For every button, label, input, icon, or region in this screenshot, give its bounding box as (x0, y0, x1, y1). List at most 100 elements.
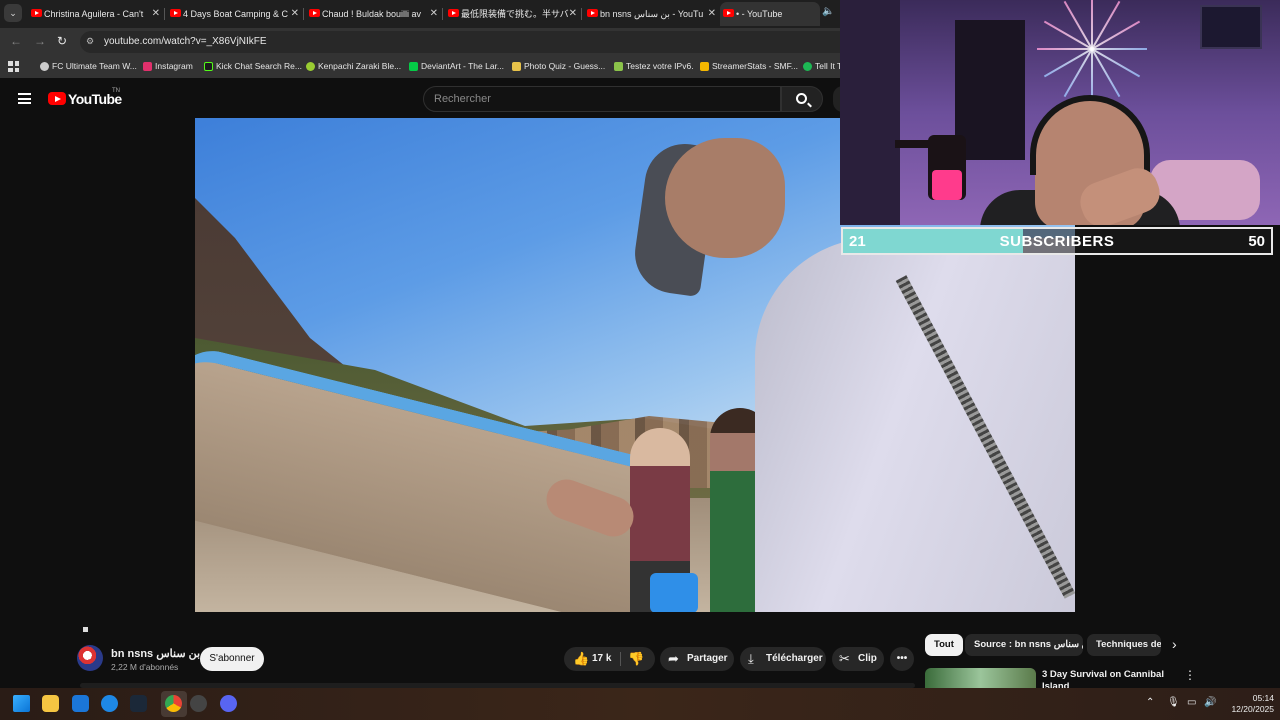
obs-icon[interactable] (190, 695, 207, 712)
close-tab-icon[interactable]: ✕ (430, 2, 438, 26)
outlook-icon[interactable] (72, 695, 89, 712)
browser-tab[interactable]: 最低限装備で挑む。半サバ ✕ (445, 2, 583, 26)
webcam-overlay (840, 0, 1280, 225)
bookmark-icon (512, 62, 521, 71)
share-icon: ➦ (668, 651, 679, 666)
bookmark-label: Instagram (155, 61, 193, 71)
like-count[interactable]: 17 k (592, 647, 611, 671)
close-tab-icon[interactable]: ✕ (569, 2, 577, 26)
subscribe-button[interactable]: S'abonner (200, 647, 264, 671)
steam-icon[interactable] (130, 695, 147, 712)
bookmark-label: Tell It T (815, 61, 843, 71)
youtube-logo-icon[interactable] (48, 92, 66, 105)
browser-tab[interactable]: Chaud ! Buldak bouilli av ✕ (306, 2, 444, 26)
kick-icon (204, 62, 213, 71)
browser-tab[interactable]: bn nsns بن ﺳﻨﺎﺱ - YouTu ✕ (584, 2, 722, 26)
search-button[interactable] (781, 86, 823, 112)
close-tab-icon[interactable]: ✕ (291, 2, 299, 26)
bar-chart-icon (700, 62, 709, 71)
browser-tab[interactable]: Christina Aguilera - Can't ✕ (28, 2, 166, 26)
volume-icon[interactable]: 🔊 (1204, 697, 1216, 708)
chip-techniques[interactable]: Techniques de (1087, 634, 1161, 656)
bookmark[interactable]: Instagram (143, 61, 193, 71)
bookmark[interactable]: Testez votre IPv6. (614, 61, 694, 71)
channel-name[interactable]: bn nsns بن ﺳﻨﺎﺱ (111, 647, 200, 660)
download-label: Télécharger (766, 653, 823, 664)
address-bar: ← → ↻ ⚙ youtube.com/watch?v=_X86VjNIkFE (0, 28, 840, 56)
tab-search-icon[interactable]: ⌄ (4, 4, 22, 22)
bookmark-label: StreamerStats - SMF... (712, 61, 798, 71)
bookmark[interactable]: Kenpachi Zaraki Ble... (306, 61, 401, 71)
close-tab-icon[interactable]: ✕ (152, 2, 160, 26)
search-input[interactable]: Rechercher (423, 86, 781, 112)
bookmark[interactable]: FC Ultimate Team W... (40, 61, 137, 71)
video-scene-bag (650, 573, 698, 612)
youtube-favicon-icon (587, 9, 598, 17)
youtube-favicon-icon (448, 9, 459, 17)
windows-start-icon[interactable] (13, 695, 30, 712)
system-clock[interactable]: 05:14 12/20/2025 (1222, 693, 1274, 715)
share-button[interactable]: ➦ Partager (660, 647, 734, 671)
youtube-region-code: TN (112, 88, 120, 94)
chrome-icon[interactable] (165, 695, 182, 712)
file-explorer-icon[interactable] (42, 695, 59, 712)
menu-icon[interactable] (18, 93, 31, 104)
clip-label: Clip (858, 653, 877, 664)
reload-icon[interactable]: ↻ (57, 34, 67, 48)
microphone-icon[interactable]: 🎙 (1167, 697, 1180, 708)
tray-chevron-up-icon[interactable]: ⌃ (1146, 697, 1154, 708)
chevron-right-icon[interactable]: › (1172, 636, 1177, 652)
thumbs-down-icon[interactable]: 👎 (628, 647, 644, 671)
clip-button[interactable]: ✂ Clip (832, 647, 884, 671)
browser-tab[interactable]: 4 Days Boat Camping & C ✕ (167, 2, 305, 26)
recommendation-title[interactable]: 3 Day Survival on Cannibal Island (1042, 669, 1170, 689)
subscriber-goal-target: 50 (1248, 233, 1265, 250)
tab-title: bn nsns بن ﺳﻨﺎﺱ - YouTu (600, 9, 704, 19)
copilot-icon[interactable] (101, 695, 118, 712)
more-actions-button[interactable]: ••• (890, 647, 914, 671)
thumbs-up-icon[interactable]: 👍 (573, 647, 589, 671)
bookmark[interactable]: Kick Chat Search Re... (204, 61, 302, 71)
like-dislike-group: 👍 17 k 👎 (564, 647, 655, 671)
bookmark[interactable]: Photo Quiz - Guess... (512, 61, 605, 71)
speaker-icon[interactable]: 🔈 (822, 6, 834, 17)
browser-tab-active[interactable]: • - YouTube (720, 2, 820, 26)
more-vertical-icon[interactable]: ⋮ (1184, 668, 1196, 682)
webcam-mic-light (932, 170, 962, 200)
youtube-favicon-icon (309, 9, 320, 17)
tab-title: Chaud ! Buldak bouilli av (322, 9, 422, 19)
youtube-header: YouTube TN Rechercher (0, 80, 843, 118)
url-text[interactable]: youtube.com/watch?v=_X86VjNIkFE (104, 36, 267, 47)
spotify-icon (803, 62, 812, 71)
back-icon[interactable]: ← (10, 34, 22, 48)
close-tab-icon[interactable]: ✕ (708, 2, 716, 26)
webcam-headset (1030, 95, 1150, 175)
bookmark[interactable]: DeviantArt - The Lar... (409, 61, 504, 71)
bookmark-label: DeviantArt - The Lar... (421, 61, 504, 71)
recommendation-thumbnail[interactable] (925, 668, 1036, 688)
tab-title: 4 Days Boat Camping & C (183, 9, 289, 19)
download-icon: ⤓ (748, 651, 754, 666)
search-icon (796, 93, 807, 104)
channel-avatar[interactable] (77, 645, 103, 671)
webcam-picture-frame (1200, 5, 1262, 49)
bookmark-label: Kick Chat Search Re... (216, 61, 302, 71)
download-button[interactable]: ⤓ Télécharger (740, 647, 826, 671)
tab-title: Christina Aguilera - Can't (44, 9, 144, 19)
subscriber-goal-label: SUBSCRIBERS (999, 233, 1115, 250)
network-icon[interactable]: ▭ (1187, 697, 1196, 708)
checkmark-icon (614, 62, 623, 71)
browser-tab-bar: ⌄ Christina Aguilera - Can't ✕ 4 Days Boa… (0, 0, 840, 28)
forward-icon[interactable]: → (34, 34, 46, 48)
bookmark[interactable]: StreamerStats - SMF... (700, 61, 798, 71)
bookmark[interactable]: Tell It T (803, 61, 842, 71)
webcam-wall (840, 0, 900, 225)
tab-title: 最低限装備で挑む。半サバ (461, 9, 569, 19)
site-info-icon[interactable]: ⚙ (86, 36, 98, 46)
discord-icon[interactable] (220, 695, 237, 712)
apps-grid-icon[interactable] (8, 61, 19, 72)
subscriber-goal-bar: 21 SUBSCRIBERS 50 (841, 227, 1273, 255)
chip-all[interactable]: Tout (925, 634, 963, 656)
windows-taskbar: ⌃ 🎙 ▭ 🔊 05:14 12/20/2025 (0, 688, 1280, 720)
chip-source[interactable]: Source : bn nsns بن ﺳﻨﺎﺱ (965, 634, 1083, 656)
